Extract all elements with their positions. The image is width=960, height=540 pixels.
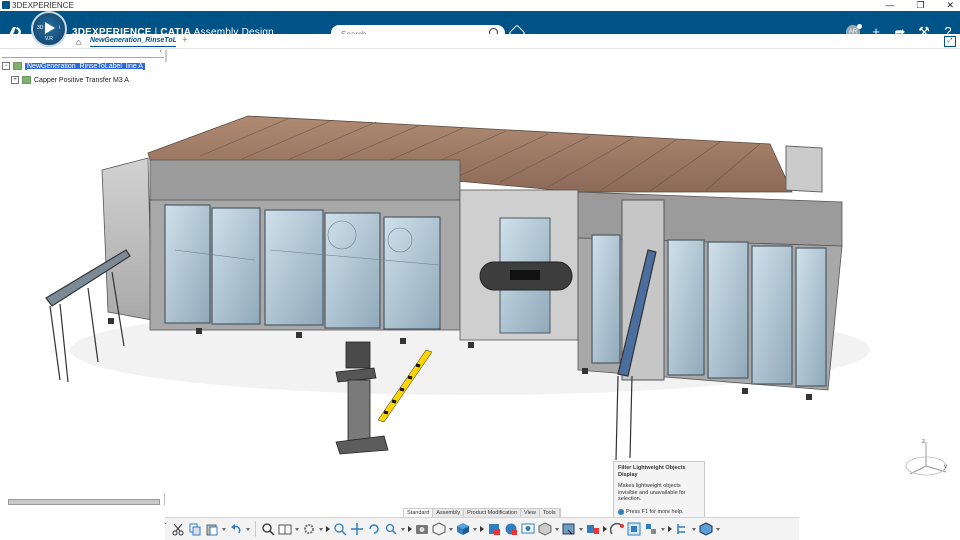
tree-splitter[interactable] [165,50,167,62]
tree-root-label[interactable]: NewGeneration_RinseToLabel_line A [25,62,145,70]
filter-lightweight-icon[interactable] [562,522,576,536]
toolbar-collapse-icon[interactable]: ⌄ [163,519,168,526]
hmi-display [510,270,540,280]
cube-dropdown-icon[interactable] [473,527,477,531]
hide-dropdown-icon[interactable] [555,527,559,531]
paste-dropdown-icon[interactable] [222,527,226,531]
home-icon[interactable]: ⌂ [76,37,81,47]
tooltip-help: Press F1 for more help. [618,508,700,515]
3d-viewport[interactable] [0,50,960,510]
paste-icon[interactable] [205,522,219,536]
zoom-area-icon[interactable] [384,522,398,536]
product-icon [13,62,22,70]
add-tab-icon[interactable]: + [182,35,188,46]
tooltip-description: Makes lightweight objects invisible and … [618,483,686,502]
undo-icon[interactable] [229,522,243,536]
expand-explode-icon[interactable] [603,526,607,532]
tree-root-row[interactable]: − NewGeneration_RinseToLabel_line A [2,62,145,70]
tooltip: Filter Lightweight Objects Display Makes… [613,461,705,519]
tools-dropdown-icon[interactable] [716,527,720,531]
left-glass-doors [164,204,441,330]
product-icon [22,76,31,84]
window-title: 3DEXPERIENCE [12,1,74,10]
maximize-viewer-icon[interactable]: ⤢ [944,36,956,47]
svg-text:z: z [922,439,925,445]
tree-child-label[interactable]: Capper Positive Transfer M3 A [34,77,129,84]
left-end-panel [101,157,153,321]
settings-dropdown-icon[interactable] [319,527,323,531]
book-icon[interactable] [278,522,292,536]
panel-splitter[interactable] [164,493,165,505]
hide-icon[interactable] [538,522,552,536]
window-controls: — ❐ ✕ [885,0,954,11]
zoom-icon[interactable] [333,522,347,536]
book-dropdown-icon[interactable] [295,527,299,531]
assembly-dropdown-icon[interactable] [661,527,665,531]
svg-text:y: y [944,464,947,470]
tooltip-title: Filter Lightweight Objects Display [618,465,686,478]
undo-dropdown-icon[interactable] [246,527,250,531]
render-icon[interactable] [432,522,446,536]
horizontal-scrollbar[interactable] [8,499,160,505]
compass-right-label: i [58,25,60,31]
assembly-tool-icon[interactable] [644,522,658,536]
filter-dropdown-icon[interactable] [579,527,583,531]
compare-icon[interactable] [627,522,641,536]
fit-all-icon[interactable] [261,522,275,536]
collapse-tree-icon[interactable]: ‹ [160,48,162,55]
tab-bar: ⌂ NewGeneration_RinseToLabel_line A + [0,34,960,49]
tab-document[interactable]: NewGeneration_RinseToLabel_line A [90,35,176,47]
expand-view-icon[interactable] [408,526,412,532]
rotate-icon[interactable] [367,522,381,536]
compass-left-label: 3D [37,25,44,31]
app-logo-icon [2,1,10,9]
pan-icon[interactable] [350,522,364,536]
cut-icon[interactable] [171,522,185,536]
right-end-cap [785,145,823,193]
help-icon [618,508,624,515]
tree-icon[interactable] [675,522,689,536]
tools-icon[interactable] [699,522,713,536]
render-dropdown-icon[interactable] [449,527,453,531]
axis-compass-icon[interactable]: z y [900,436,954,480]
tree-header: ‹ [2,48,164,58]
capture-icon[interactable] [415,522,429,536]
tree-child-row[interactable]: + Capper Positive Transfer M3 A [11,76,129,84]
close-button[interactable]: ✕ [946,0,954,11]
expand-tools-icon[interactable] [326,526,330,532]
minimize-button[interactable]: — [885,0,894,11]
restore-button[interactable]: ❐ [916,0,924,11]
action-bar [165,517,799,540]
insert-icon[interactable] [487,522,501,536]
display-icon[interactable] [521,522,535,536]
tree-dropdown-icon[interactable] [692,527,696,531]
window-titlebar: 3DEXPERIENCE — ❐ ✕ [0,0,960,11]
compass-icon[interactable]: 3D i V.R [31,11,67,47]
expand-cube-icon[interactable] [480,526,484,532]
play-icon [45,22,55,34]
zoom-dropdown-icon[interactable] [401,527,405,531]
settings-icon[interactable] [302,522,316,536]
cube-view-icon[interactable] [456,522,470,536]
explode-icon[interactable] [586,522,600,536]
top-bar: 3DEXPERIENCE | CATIA Assembly Design AR … [0,11,960,42]
manipulate-icon[interactable] [609,522,624,536]
globe-icon[interactable] [504,522,518,536]
copy-icon[interactable] [188,522,202,536]
expand-assembly-icon[interactable] [668,526,672,532]
collapse-icon[interactable]: − [2,62,10,70]
tooltip-help-text: Press F1 for more help. [626,508,684,515]
compass-version: V.R [45,36,53,42]
expand-icon[interactable]: + [11,76,19,84]
